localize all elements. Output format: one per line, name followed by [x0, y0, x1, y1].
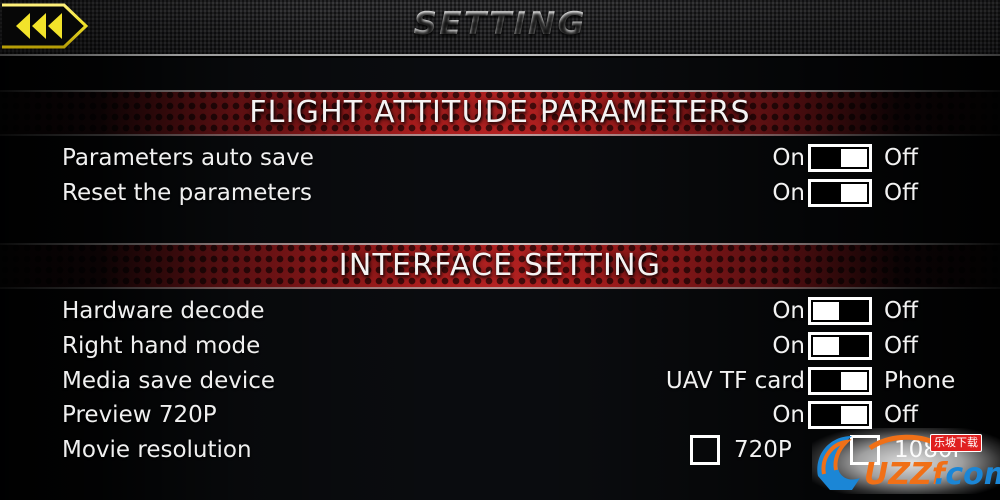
checkbox-1080p[interactable]: [850, 435, 880, 465]
toggle-knob: [841, 184, 867, 202]
row-label: Reset the parameters: [62, 180, 313, 206]
option-left-label: On: [772, 180, 805, 206]
toggle-reset-the-parameters[interactable]: [808, 179, 872, 207]
toggle-right-hand-mode[interactable]: [808, 332, 872, 360]
row-preview-720p: Preview 720P On Off: [0, 398, 1000, 432]
toggle-knob: [841, 406, 867, 424]
option-right-label: Off: [884, 145, 918, 171]
row-label: Hardware decode: [62, 298, 265, 324]
option-right-label: Off: [884, 333, 918, 359]
row-label: Movie resolution: [62, 437, 252, 463]
row-label: Right hand mode: [62, 333, 261, 359]
section-title: FLIGHT ATTITUDE PARAMETERS: [249, 95, 751, 130]
section-header-interface-setting: INTERFACE SETTING: [0, 243, 1000, 289]
row-hardware-decode: Hardware decode On Off: [0, 294, 1000, 328]
row-label: Media save device: [62, 368, 276, 394]
setting-screen: SETTING FLIGHT ATTITUDE PARAMETERS Param…: [0, 0, 1000, 500]
toggle-knob: [841, 149, 867, 167]
option-right-label: Phone: [884, 368, 956, 394]
row-label: Preview 720P: [62, 402, 217, 428]
checkbox-720p[interactable]: [690, 435, 720, 465]
row-reset-the-parameters: Reset the parameters On Off: [0, 176, 1000, 210]
checkbox-label-1080p: 1080P: [894, 437, 967, 463]
section-header-flight-attitude: FLIGHT ATTITUDE PARAMETERS: [0, 90, 1000, 136]
row-right-hand-mode: Right hand mode On Off: [0, 329, 1000, 363]
option-right-label: Off: [884, 298, 918, 324]
toggle-knob: [841, 372, 867, 390]
option-left-label: On: [772, 333, 805, 359]
row-movie-resolution: Movie resolution 720P 1080P: [0, 433, 1000, 467]
checkbox-label-720p: 720P: [734, 437, 792, 463]
row-media-save-device: Media save device UAV TF card Phone: [0, 364, 1000, 398]
toggle-preview-720p[interactable]: [808, 401, 872, 429]
option-left-label: On: [772, 298, 805, 324]
toggle-parameters-auto-save[interactable]: [808, 144, 872, 172]
toggle-media-save-device[interactable]: [808, 367, 872, 395]
option-right-label: Off: [884, 180, 918, 206]
toggle-knob: [813, 302, 839, 320]
row-parameters-auto-save: Parameters auto save On Off: [0, 141, 1000, 175]
toggle-knob: [813, 337, 839, 355]
option-left-label: On: [772, 402, 805, 428]
section-title: INTERFACE SETTING: [338, 248, 662, 283]
row-label: Parameters auto save: [62, 145, 314, 171]
option-left-label: On: [772, 145, 805, 171]
page-title: SETTING: [0, 6, 1000, 42]
option-right-label: Off: [884, 402, 918, 428]
option-left-label: UAV TF card: [665, 368, 805, 394]
toggle-hardware-decode[interactable]: [808, 297, 872, 325]
top-bar: SETTING: [0, 0, 1000, 56]
